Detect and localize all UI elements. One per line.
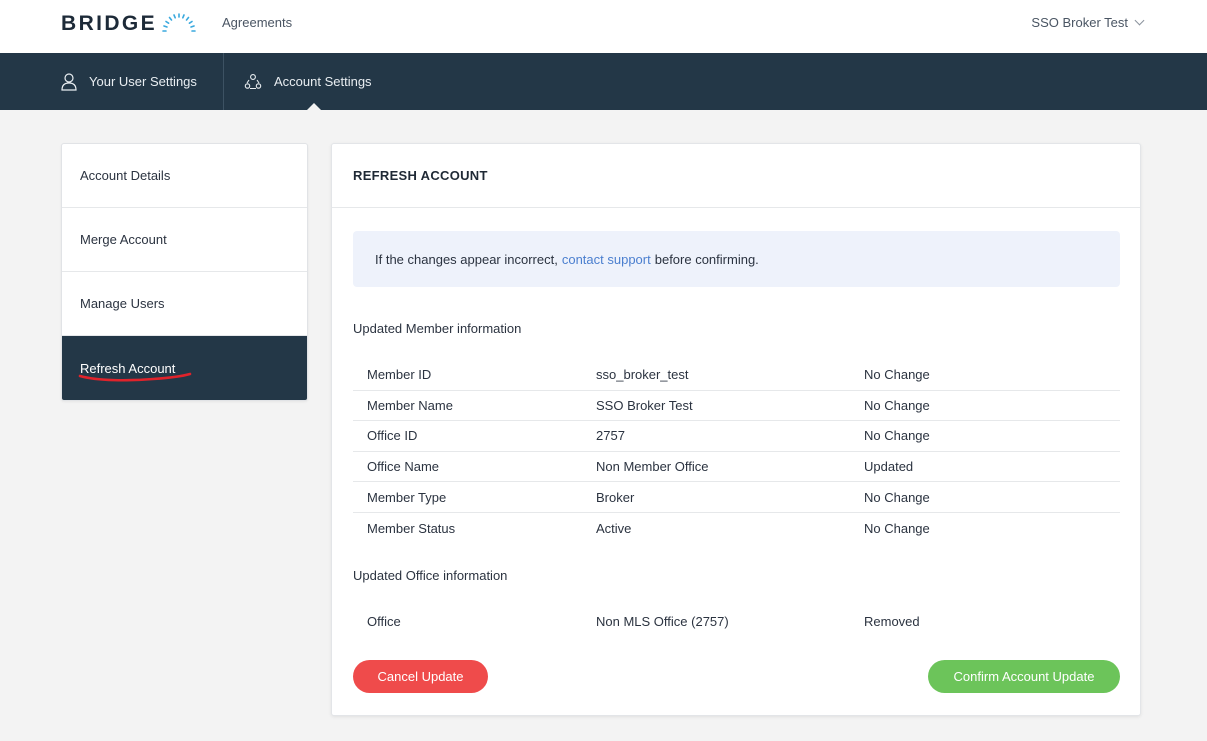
sidebar-item-account-details[interactable]: Account Details <box>62 144 307 208</box>
contact-support-link[interactable]: contact support <box>562 252 651 267</box>
field-value: sso_broker_test <box>596 367 689 383</box>
account-sidebar: Account Details Merge Account Manage Use… <box>61 143 308 401</box>
field-value: Non Member Office <box>596 459 709 475</box>
confirm-account-update-button[interactable]: Confirm Account Update <box>928 660 1120 693</box>
account-menu-label: SSO Broker Test <box>1031 15 1128 30</box>
field-status: Updated <box>864 459 914 475</box>
field-value: 2757 <box>596 428 625 444</box>
active-tab-indicator <box>307 103 321 110</box>
tab-user-settings[interactable]: Your User Settings <box>61 53 197 110</box>
sidebar-item-label: Manage Users <box>80 296 165 311</box>
cancel-update-button[interactable]: Cancel Update <box>353 660 488 693</box>
bridge-logo[interactable]: BRIDGE <box>61 11 199 37</box>
member-section-title: Updated Member information <box>353 321 522 336</box>
refresh-account-panel: REFRESH ACCOUNT If the changes appear in… <box>331 143 1141 716</box>
field-name: Member ID <box>367 367 432 383</box>
sidebar-item-refresh-account[interactable]: Refresh Account <box>62 336 307 400</box>
account-menu[interactable]: SSO Broker Test <box>1031 15 1145 30</box>
field-status: No Change <box>864 520 930 536</box>
logo-text: BRIDGE <box>61 12 158 35</box>
field-status: No Change <box>864 397 930 413</box>
field-value: Active <box>596 520 632 536</box>
tab-user-settings-label: Your User Settings <box>89 74 197 89</box>
group-icon <box>244 73 262 89</box>
field-name: Member Status <box>367 520 456 536</box>
field-status: No Change <box>864 428 930 444</box>
sidebar-item-manage-users[interactable]: Manage Users <box>62 272 307 336</box>
table-row: Office Non MLS Office (2757) Removed <box>353 606 1120 637</box>
table-row: Member Name SSO Broker Test No Change <box>353 391 1120 422</box>
table-row: Member Status Active No Change <box>353 513 1120 544</box>
red-underline-annotation <box>78 372 192 382</box>
logo-arc-icon <box>162 13 196 32</box>
tab-account-settings[interactable]: Account Settings <box>244 53 372 110</box>
member-info-table: Member ID sso_broker_test No Change Memb… <box>353 360 1120 544</box>
sidebar-item-label: Account Details <box>80 168 171 183</box>
table-row: Member Type Broker No Change <box>353 482 1120 513</box>
field-value: Non MLS Office (2757) <box>596 613 729 629</box>
top-header: BRIDGE Agreements SSO Broker Test <box>0 0 1207 53</box>
user-icon <box>61 72 77 91</box>
notice-text-end: before confirming. <box>654 251 759 267</box>
field-name: Member Type <box>367 489 447 505</box>
office-section-title: Updated Office information <box>353 568 508 583</box>
settings-nav: Your User Settings Account Settings <box>0 53 1207 110</box>
table-row: Office Name Non Member Office Updated <box>353 452 1120 483</box>
field-value: Broker <box>596 489 635 505</box>
nav-divider <box>223 53 224 110</box>
field-name: Office Name <box>367 459 440 475</box>
sidebar-item-merge-account[interactable]: Merge Account <box>62 208 307 272</box>
field-value: SSO Broker Test <box>596 397 693 413</box>
table-row: Office ID 2757 No Change <box>353 421 1120 452</box>
sidebar-item-label: Merge Account <box>80 232 167 247</box>
panel-title: REFRESH ACCOUNT <box>332 144 1140 208</box>
office-info-table: Office Non MLS Office (2757) Removed <box>353 606 1120 637</box>
agreements-link[interactable]: Agreements <box>222 15 292 30</box>
field-name: Member Name <box>367 397 453 413</box>
table-row: Member ID sso_broker_test No Change <box>353 360 1120 391</box>
notice-text: If the changes appear incorrect, <box>375 251 558 267</box>
field-name: Office ID <box>367 428 418 444</box>
field-status: No Change <box>864 489 930 505</box>
chevron-down-icon <box>1134 15 1145 26</box>
field-status: Removed <box>864 613 920 629</box>
tab-account-settings-label: Account Settings <box>274 74 372 89</box>
support-notice: If the changes appear incorrect, contact… <box>353 231 1120 287</box>
field-name: Office <box>367 613 401 629</box>
field-status: No Change <box>864 367 930 383</box>
